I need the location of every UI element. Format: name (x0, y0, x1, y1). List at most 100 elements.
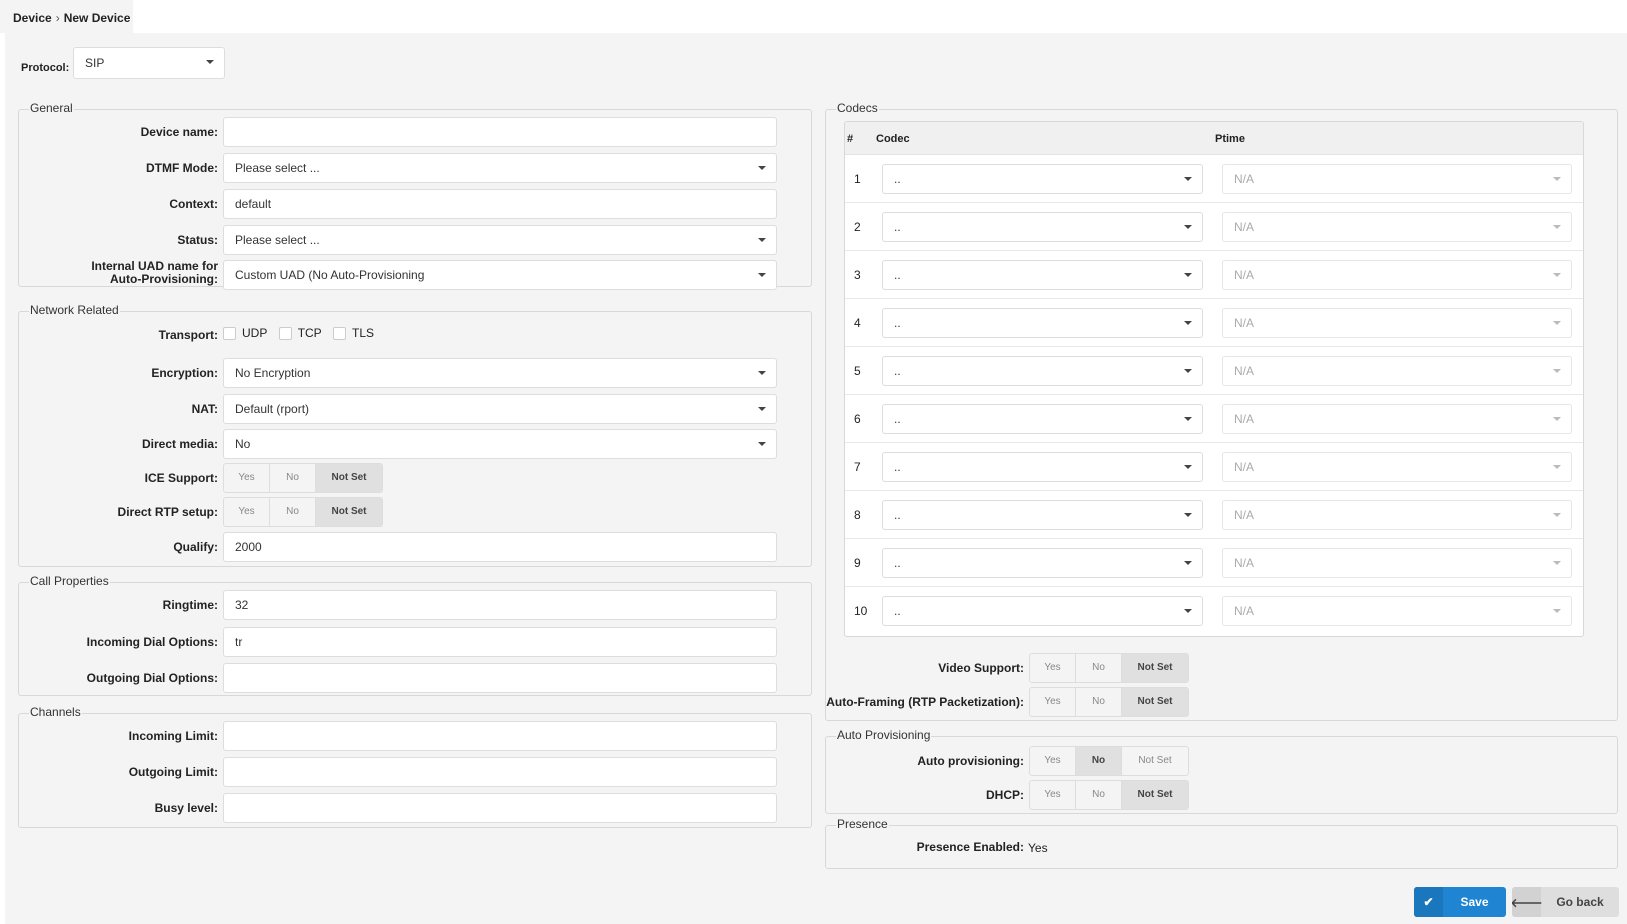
go-back-button[interactable]: 🡐 Go back (1512, 887, 1619, 917)
col-codec: Codec (876, 133, 910, 145)
general-section: General Device name: DTMF Mode: Please se… (18, 101, 812, 290)
auto-framing-no-button[interactable]: No (1076, 688, 1122, 716)
save-button[interactable]: ✔ Save (1414, 887, 1506, 917)
ptime-select[interactable]: N/A (1222, 500, 1572, 530)
presence-value: Yes (1028, 841, 1048, 855)
ice-yes-button[interactable]: Yes (224, 464, 270, 492)
chevron-down-icon (1184, 225, 1192, 229)
codec-select[interactable]: .. (882, 212, 1203, 242)
status-select[interactable]: Please select ... (223, 225, 777, 255)
direct-rtp-no-button[interactable]: No (270, 498, 316, 526)
breadcrumb-root[interactable]: Device (13, 11, 52, 25)
codec-select[interactable]: .. (882, 404, 1203, 434)
breadcrumb-current: New Device (63, 11, 131, 25)
protocol-select[interactable]: SIP (73, 47, 225, 79)
general-legend: General (29, 101, 74, 115)
ringtime-label: Ringtime: (162, 598, 218, 612)
codec-select[interactable]: .. (882, 500, 1203, 530)
ptime-select[interactable]: N/A (1222, 356, 1572, 386)
codec-select[interactable]: .. (882, 356, 1203, 386)
auto-prov-toggle: Yes No Not Set (1029, 746, 1189, 776)
codec-select[interactable]: .. (882, 164, 1203, 194)
page-content: Protocol: SIP General Device name: DTMF … (5, 33, 1627, 924)
auto-provisioning-legend: Auto Provisioning (836, 728, 932, 742)
uad-label: Internal UAD name for Auto-Provisioning: (91, 260, 218, 286)
codecs-legend: Codecs (836, 101, 879, 115)
go-back-label: Go back (1556, 895, 1604, 909)
uad-select[interactable]: Custom UAD (No Auto-Provisioning (223, 260, 777, 290)
busy-level-input[interactable] (223, 793, 777, 823)
ptime-select[interactable]: N/A (1222, 404, 1572, 434)
dtmf-mode-select[interactable]: Please select ... (223, 153, 777, 183)
ptime-select[interactable]: N/A (1222, 548, 1572, 578)
nat-select[interactable]: Default (rport) (223, 394, 777, 424)
video-notset-button[interactable]: Not Set (1122, 654, 1188, 682)
outgoing-limit-input[interactable] (223, 757, 777, 787)
ptime-value: N/A (1234, 172, 1255, 186)
video-support-label: Video Support: (938, 661, 1024, 675)
dhcp-no-button[interactable]: No (1076, 781, 1122, 809)
auto-framing-notset-button[interactable]: Not Set (1122, 688, 1188, 716)
outgoing-dial-input[interactable] (223, 663, 777, 693)
codec-value: .. (894, 460, 901, 474)
ptime-value: N/A (1234, 220, 1255, 234)
incoming-dial-input[interactable]: tr (223, 627, 777, 657)
uad-label-line2: Auto-Provisioning: (110, 272, 218, 286)
transport-udp-label: UDP (242, 326, 268, 340)
codec-select[interactable]: .. (882, 308, 1203, 338)
direct-media-value: No (235, 437, 251, 451)
transport-udp-checkbox[interactable] (223, 327, 236, 341)
col-ptime: Ptime (1215, 133, 1245, 145)
codec-select[interactable]: .. (882, 260, 1203, 290)
auto-framing-yes-button[interactable]: Yes (1030, 688, 1076, 716)
ptime-value: N/A (1234, 364, 1255, 378)
busy-level-label: Busy level: (154, 801, 218, 815)
transport-tcp-checkbox[interactable] (278, 327, 292, 341)
ptime-select[interactable]: N/A (1222, 260, 1572, 290)
dhcp-notset-button[interactable]: Not Set (1122, 781, 1188, 809)
chevron-down-icon (1184, 177, 1192, 181)
encryption-select[interactable]: No Encryption (223, 358, 777, 388)
codec-row-number: 2 (854, 220, 861, 234)
ptime-select[interactable]: N/A (1222, 596, 1572, 626)
direct-rtp-notset-button[interactable]: Not Set (316, 498, 382, 526)
incoming-limit-input[interactable] (223, 721, 777, 751)
ptime-select[interactable]: N/A (1222, 212, 1572, 242)
ptime-select[interactable]: N/A (1222, 308, 1572, 338)
chevron-down-icon (1553, 273, 1561, 277)
encryption-value: No Encryption (235, 366, 311, 380)
chevron-down-icon (758, 166, 766, 170)
chevron-down-icon (1184, 417, 1192, 421)
codec-value: .. (894, 604, 901, 618)
direct-media-select[interactable]: No (223, 429, 777, 459)
ringtime-input[interactable]: 32 (223, 590, 777, 620)
chevron-down-icon (206, 60, 214, 64)
context-input[interactable]: default (223, 189, 777, 219)
dhcp-yes-button[interactable]: Yes (1030, 781, 1076, 809)
transport-tls-checkbox[interactable] (333, 327, 347, 341)
ptime-select[interactable]: N/A (1222, 452, 1572, 482)
ptime-select[interactable]: N/A (1222, 164, 1572, 194)
uad-value: Custom UAD (No Auto-Provisioning (235, 268, 425, 282)
chevron-down-icon (1553, 609, 1561, 613)
chevron-down-icon (1553, 417, 1561, 421)
ice-no-button[interactable]: No (270, 464, 316, 492)
codec-row: 1.. N/A (845, 155, 1583, 203)
codecs-table: # Codec Ptime 1.. N/A 2.. N/A 3.. N/A 4.. N/A 5.… (844, 121, 1584, 637)
video-no-button[interactable]: No (1076, 654, 1122, 682)
ice-notset-button[interactable]: Not Set (316, 464, 382, 492)
auto-prov-yes-button[interactable]: Yes (1030, 747, 1076, 775)
presence-section: Presence Presence Enabled: Yes (825, 817, 1618, 869)
arrow-left-icon: 🡐 (1512, 887, 1543, 917)
codec-select[interactable]: .. (882, 596, 1203, 626)
auto-prov-notset-button[interactable]: Not Set (1122, 747, 1188, 775)
video-yes-button[interactable]: Yes (1030, 654, 1076, 682)
codec-row-number: 6 (854, 412, 861, 426)
codec-select[interactable]: .. (882, 452, 1203, 482)
auto-prov-no-button[interactable]: No (1076, 747, 1122, 775)
ptime-value: N/A (1234, 508, 1255, 522)
device-name-input[interactable] (223, 117, 777, 147)
qualify-input[interactable]: 2000 (223, 532, 777, 562)
direct-rtp-yes-button[interactable]: Yes (224, 498, 270, 526)
codec-select[interactable]: .. (882, 548, 1203, 578)
